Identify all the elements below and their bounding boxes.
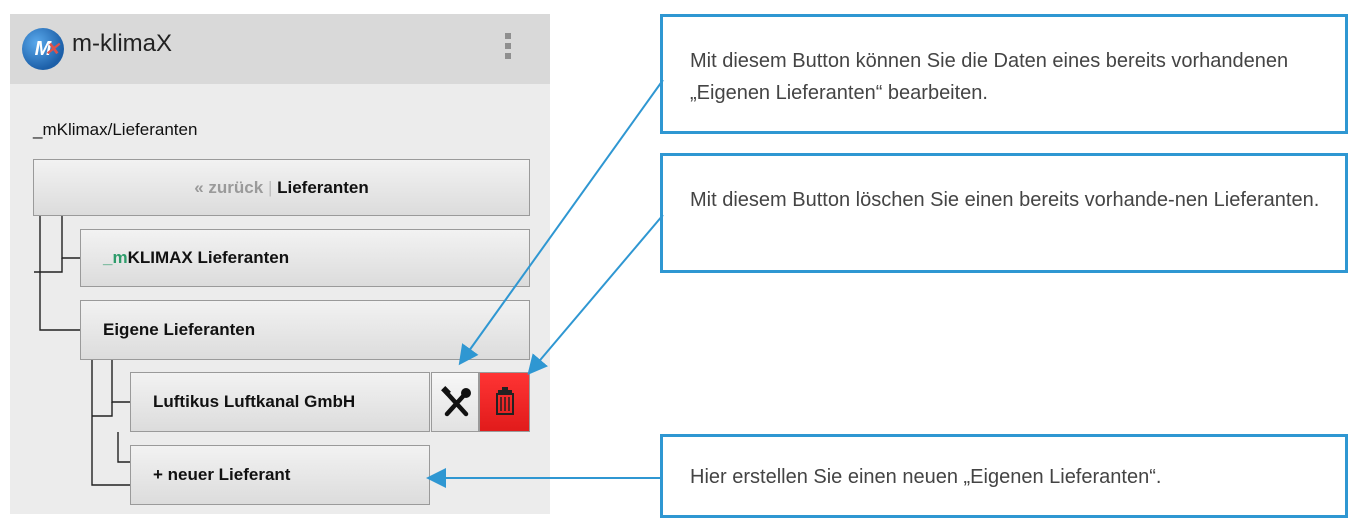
delete-supplier-button[interactable] (479, 372, 530, 432)
mk-prefix: _m (103, 248, 128, 267)
trash-icon (496, 387, 514, 415)
supplier-name: Luftikus Luftkanal GmbH (153, 392, 356, 411)
edit-supplier-button[interactable] (431, 372, 479, 432)
separator: | (267, 178, 273, 197)
callout-delete: Mit diesem Button löschen Sie einen bere… (660, 153, 1348, 273)
own-suppliers-label: Eigene Lieferanten (103, 320, 256, 339)
new-supplier-label: + neuer Lieferant (153, 465, 291, 484)
supplier-item[interactable]: Luftikus Luftkanal GmbH (130, 372, 430, 432)
tools-icon (441, 386, 471, 417)
callout-edit-text: Mit diesem Button können Sie die Daten e… (690, 50, 1289, 104)
back-label: « zurück (194, 178, 264, 197)
callout-new-text: Hier erstellen Sie einen neuen „Eigenen … (690, 466, 1162, 488)
mk-label: KLIMAX Lieferanten (127, 248, 290, 267)
callout-new: Hier erstellen Sie einen neuen „Eigenen … (660, 434, 1348, 518)
own-suppliers-button[interactable]: Eigene Lieferanten (80, 300, 530, 360)
callout-edit: Mit diesem Button können Sie die Daten e… (660, 14, 1348, 134)
current-folder-label: Lieferanten (277, 178, 369, 197)
callout-delete-text: Mit diesem Button löschen Sie einen bere… (690, 189, 1320, 211)
back-button[interactable]: « zurück | Lieferanten (33, 159, 530, 216)
new-supplier-button[interactable]: + neuer Lieferant (130, 445, 430, 505)
mklimax-suppliers-button[interactable]: _mKLIMAX Lieferanten (80, 229, 530, 287)
